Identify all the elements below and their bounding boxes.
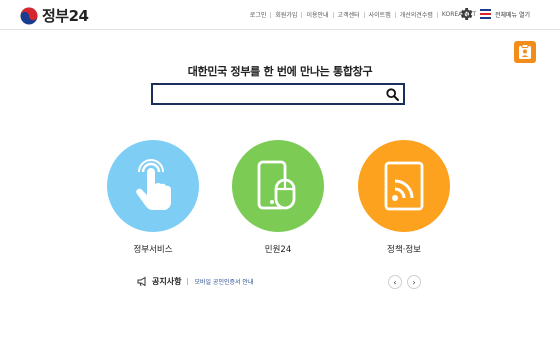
tablet-signal-icon <box>384 161 424 211</box>
divider <box>301 11 303 18</box>
side-clipboard-button[interactable] <box>514 41 536 63</box>
notice-title: 공지사항 <box>152 277 182 286</box>
service-policy-info[interactable]: 정책·정보 <box>358 140 450 255</box>
search-box <box>151 83 405 107</box>
divider <box>332 11 334 18</box>
util-link-feedback[interactable]: 개선의견수렴 <box>400 10 433 19</box>
touch-hand-icon <box>136 159 171 210</box>
notice-prev-button[interactable]: ‹ <box>388 275 402 289</box>
search-input[interactable] <box>153 89 373 107</box>
search-icon <box>385 87 399 101</box>
util-link-login[interactable]: 로그인 <box>250 10 267 19</box>
header: 정부24 로그인 회원가입 이용안내 고객센터 사이트맵 개선의견수렴 KORE… <box>0 0 560 30</box>
service-government[interactable]: 정부서비스 <box>107 140 199 255</box>
divider <box>363 11 365 18</box>
clipboard-user-icon <box>519 44 531 59</box>
utility-nav: 로그인 회원가입 이용안내 고객센터 사이트맵 개선의견수렴 KOREA.NET <box>250 10 476 19</box>
megaphone-icon <box>137 276 146 287</box>
notice-next-button[interactable]: › <box>407 275 421 289</box>
util-link-support[interactable]: 고객센터 <box>338 10 360 19</box>
logo[interactable]: 정부24 <box>20 5 89 26</box>
gear-icon[interactable] <box>458 6 474 22</box>
chevron-left-icon: ‹ <box>393 277 397 287</box>
service-government-label[interactable]: 정부서비스 <box>107 243 199 255</box>
search-button[interactable] <box>384 86 400 102</box>
util-link-signup[interactable]: 회원가입 <box>275 10 297 19</box>
full-menu-button[interactable]: 전체메뉴 열기 <box>495 10 530 19</box>
divider <box>270 11 272 18</box>
taegeuk-logo-icon <box>20 7 38 24</box>
service-minwon24-circle[interactable] <box>232 140 324 232</box>
divider <box>394 11 396 18</box>
service-minwon24[interactable]: 민원24 <box>232 140 324 255</box>
service-minwon24-label[interactable]: 민원24 <box>232 243 324 255</box>
util-link-sitemap[interactable]: 사이트맵 <box>369 10 391 19</box>
service-policy-info-circle[interactable] <box>358 140 450 232</box>
notice-item-link[interactable]: 모바일 공인인증서 안내 <box>194 277 253 286</box>
divider <box>187 278 189 285</box>
util-link-guide[interactable]: 이용안내 <box>306 10 328 19</box>
menu-flag-icon[interactable] <box>480 9 491 19</box>
page-tagline: 대한민국 정부를 한 번에 만나는 통합창구 <box>187 65 373 78</box>
phone-mouse-icon <box>257 160 296 210</box>
logo-text: 정부24 <box>42 7 89 25</box>
service-government-circle[interactable] <box>107 140 199 232</box>
notice-bar: 공지사항 모바일 공인인증서 안내 <box>137 276 253 287</box>
divider <box>436 11 438 18</box>
chevron-right-icon: › <box>412 277 416 287</box>
service-policy-info-label[interactable]: 정책·정보 <box>358 243 450 255</box>
